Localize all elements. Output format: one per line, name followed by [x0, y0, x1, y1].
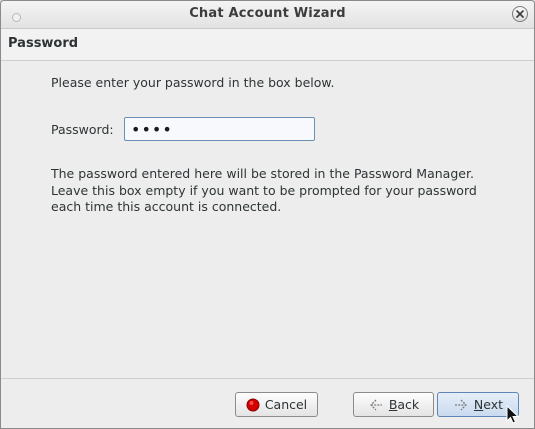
close-icon [516, 10, 524, 18]
close-button[interactable] [512, 6, 528, 22]
cancel-label: Cancel [264, 397, 308, 412]
mouse-cursor-icon [506, 405, 520, 424]
password-input[interactable] [124, 117, 315, 141]
title-bar[interactable]: Chat Account Wizard [1, 1, 534, 29]
page-content: Please enter your password in the box be… [1, 61, 534, 377]
back-button[interactable]: Back [353, 392, 434, 417]
wizard-window: Chat Account Wizard Password Please ente… [0, 0, 535, 429]
back-arrow-icon [369, 399, 382, 410]
intro-text: Please enter your password in the box be… [51, 75, 335, 90]
back-label: Back [388, 397, 420, 412]
next-label: Next [473, 397, 504, 412]
note-line-1: The password entered here will be stored… [51, 166, 474, 181]
cancel-button[interactable]: Cancel [235, 392, 318, 417]
button-bar: Cancel Back Next [1, 378, 534, 428]
window-title: Chat Account Wizard [189, 6, 346, 21]
note-line-3: each time this account is connected. [51, 199, 282, 214]
next-arrow-icon [454, 399, 467, 410]
page-title: Password [8, 36, 79, 51]
cancel-icon [246, 398, 260, 411]
password-note: The password entered here will be stored… [51, 166, 491, 216]
page-header: Password [1, 29, 534, 61]
password-label: Password: [51, 122, 114, 137]
note-line-2: Leave this box empty if you want to be p… [51, 182, 477, 198]
